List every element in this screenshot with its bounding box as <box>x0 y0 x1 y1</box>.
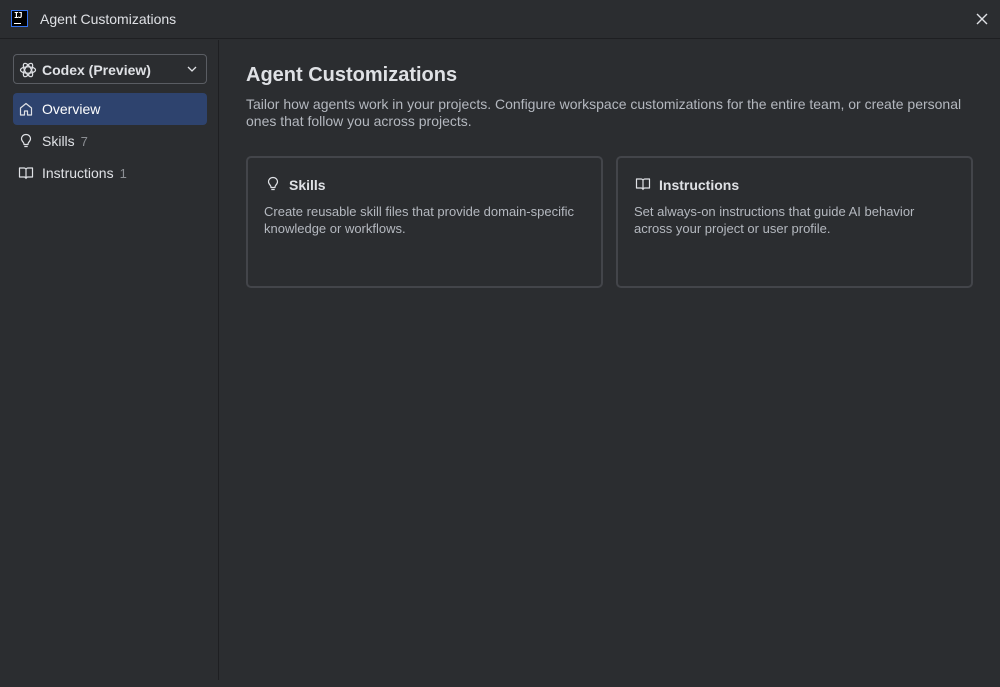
sidebar-item-count: 1 <box>119 166 127 181</box>
skills-card[interactable]: Skills Create reusable skill files that … <box>246 156 603 288</box>
sidebar-item-overview[interactable]: Overview <box>13 93 207 125</box>
dialog-window: IJ Agent Customizations Codex (Preview) <box>0 0 1000 687</box>
main-content: Agent Customizations Tailor how agents w… <box>220 40 1000 687</box>
book-icon <box>635 178 651 191</box>
sidebar: Codex (Preview) Overview Skills 7 Instru… <box>0 40 219 680</box>
instructions-card[interactable]: Instructions Set always-on instructions … <box>616 156 973 288</box>
sidebar-item-skills[interactable]: Skills 7 <box>13 125 207 157</box>
lightbulb-icon <box>20 133 32 148</box>
sidebar-item-instructions[interactable]: Instructions 1 <box>13 157 207 189</box>
sidebar-item-count: 7 <box>80 134 88 149</box>
window-title: Agent Customizations <box>40 11 177 27</box>
book-icon <box>18 167 34 180</box>
sidebar-item-label: Instructions <box>42 165 114 181</box>
card-title: Skills <box>289 177 326 193</box>
title-bar: IJ Agent Customizations <box>0 0 1000 39</box>
sidebar-item-label: Skills <box>42 133 75 149</box>
card-title: Instructions <box>659 177 740 193</box>
agent-select-value: Codex (Preview) <box>42 62 151 78</box>
home-icon <box>19 102 33 116</box>
page-title: Agent Customizations <box>246 64 458 86</box>
close-icon <box>976 13 988 25</box>
chevron-down-icon <box>187 66 197 72</box>
close-button[interactable] <box>972 9 992 29</box>
sidebar-item-label: Overview <box>42 101 101 117</box>
agent-select-dropdown[interactable]: Codex (Preview) <box>13 54 207 84</box>
page-description: Tailor how agents work in your projects.… <box>246 96 962 129</box>
openai-icon <box>19 62 37 78</box>
lightbulb-icon <box>267 176 279 191</box>
card-description: Set always-on instructions that guide AI… <box>634 204 915 236</box>
app-logo-icon: IJ <box>11 10 28 27</box>
card-description: Create reusable skill files that provide… <box>264 204 574 236</box>
